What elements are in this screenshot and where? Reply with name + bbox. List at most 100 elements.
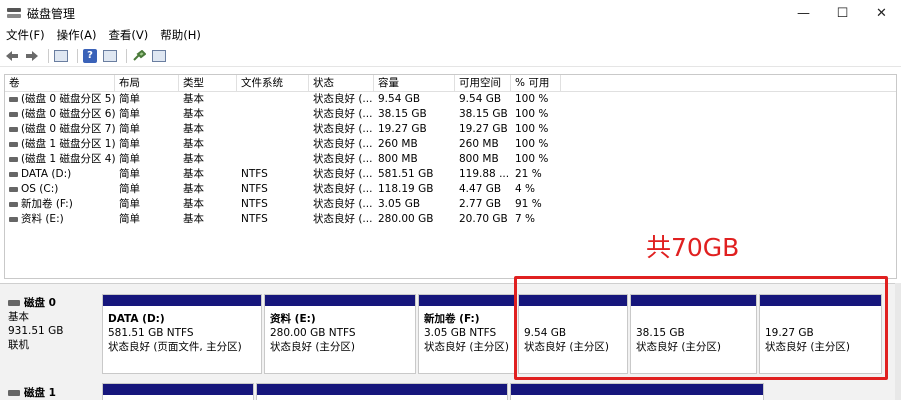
cell-percent-free-text: 100 %	[515, 93, 549, 105]
cell-status-text: 状态良好 (...	[313, 138, 373, 150]
connect-icon[interactable]	[131, 48, 147, 64]
partition-size: 19.27 GB	[765, 327, 814, 339]
partition-name: 资料 (E:)	[270, 313, 316, 325]
cell-percent-free-text: 91 %	[515, 198, 542, 210]
panel-view-icon[interactable]	[53, 48, 69, 64]
cell-capacity: 280.00 GB	[374, 212, 455, 227]
column-header-free-space[interactable]: 可用空间	[455, 75, 511, 91]
cell-free-space: 260 MB	[455, 137, 511, 152]
disk-icon	[8, 390, 20, 396]
column-header-status[interactable]: 状态	[309, 75, 374, 91]
cell-percent-free-text: 7 %	[515, 213, 535, 225]
help-icon[interactable]: ?	[82, 48, 98, 64]
cell-volume: OS (C:)	[5, 182, 115, 197]
partition-new-volume-f[interactable]: 新加卷 (F:) 3.05 GB NTFS 状态良好 (主分区)	[418, 294, 516, 374]
volume-rows: (磁盘 0 磁盘分区 5) 简单 基本 状态良好 (... 9.54 GB 9.54 GB…	[5, 92, 896, 227]
cell-layout: 简单	[115, 182, 179, 197]
table-row[interactable]: (磁盘 0 磁盘分区 7) 简单 基本 状态良好 (... 19.27 GB 19.27 …	[5, 122, 896, 137]
forward-arrow-icon[interactable]	[24, 48, 40, 64]
cell-type: 基本	[179, 182, 237, 197]
menu-view[interactable]: 查看(V)	[108, 27, 148, 43]
maximize-button[interactable]: ☐	[823, 0, 862, 26]
properties-view-icon[interactable]	[102, 48, 118, 64]
volume-list-header: 卷 布局 类型 文件系统 状态 容量 可用空间 % 可用	[5, 75, 896, 92]
column-header-capacity[interactable]: 容量	[374, 75, 455, 91]
cell-status: 状态良好 (...	[309, 167, 374, 182]
list-view-icon[interactable]	[151, 48, 167, 64]
cell-status: 状态良好 (...	[309, 122, 374, 137]
disk-1-label[interactable]: 磁盘 1	[8, 386, 98, 400]
cell-layout-text: 简单	[119, 213, 140, 225]
table-row[interactable]: (磁盘 0 磁盘分区 5) 简单 基本 状态良好 (... 9.54 GB 9.54 GB…	[5, 92, 896, 107]
table-row[interactable]: (磁盘 1 磁盘分区 4) 简单 基本 状态良好 (... 800 MB 800 MB 10…	[5, 152, 896, 167]
cell-type-text: 基本	[183, 198, 204, 210]
column-header-volume[interactable]: 卷	[5, 75, 115, 91]
partition-name: 新加卷 (F:)	[424, 313, 480, 325]
cell-filesystem: NTFS	[237, 197, 309, 212]
partition-bar	[519, 295, 627, 306]
disk-0-label[interactable]: 磁盘 0 基本 931.51 GB 联机	[8, 296, 98, 352]
partition-bar	[103, 295, 261, 306]
back-arrow-icon[interactable]	[4, 48, 20, 64]
partition-size: 581.51 GB NTFS	[108, 327, 194, 339]
menu-file[interactable]: 文件(F)	[6, 27, 45, 43]
cell-free-space-text: 9.54 GB	[459, 93, 502, 105]
cell-type: 基本	[179, 152, 237, 167]
cell-free-space: 19.27 GB	[455, 122, 511, 137]
partition-data-d[interactable]: DATA (D:) 581.51 GB NTFS 状态良好 (页面文件, 主分区…	[102, 294, 262, 374]
cell-layout-text: 简单	[119, 183, 140, 195]
cell-type: 基本	[179, 122, 237, 137]
table-row[interactable]: (磁盘 1 磁盘分区 1) 简单 基本 状态良好 (... 260 MB 260 MB 10…	[5, 137, 896, 152]
column-header-percent-free[interactable]: % 可用	[511, 75, 561, 91]
cell-status: 状态良好 (...	[309, 152, 374, 167]
table-row[interactable]: 新加卷 (F:) 简单 基本 NTFS 状态良好 (... 3.05 GB 2.77 GB 9…	[5, 197, 896, 212]
cell-capacity-text: 19.27 GB	[378, 123, 427, 135]
cell-volume-text: DATA (D:)	[21, 168, 72, 180]
menu-help[interactable]: 帮助(H)	[160, 27, 201, 43]
table-row[interactable]: (磁盘 0 磁盘分区 6) 简单 基本 状态良好 (... 38.15 GB 38.15 …	[5, 107, 896, 122]
column-header-layout[interactable]: 布局	[115, 75, 179, 91]
volume-icon	[9, 186, 18, 192]
cell-capacity-text: 581.51 GB	[378, 168, 434, 180]
partition-unlabeled-5[interactable]: 9.54 GB 状态良好 (主分区)	[518, 294, 628, 374]
partition-disk1-c[interactable]	[510, 383, 764, 400]
partition-ziliao-e[interactable]: 资料 (E:) 280.00 GB NTFS 状态良好 (主分区)	[264, 294, 416, 374]
partition-disk1-a[interactable]	[102, 383, 254, 400]
cell-capacity: 260 MB	[374, 137, 455, 152]
column-header-type[interactable]: 类型	[179, 75, 237, 91]
partition-unlabeled-7[interactable]: 19.27 GB 状态良好 (主分区)	[759, 294, 882, 374]
partition-unlabeled-6[interactable]: 38.15 GB 状态良好 (主分区)	[630, 294, 757, 374]
volume-icon	[9, 111, 18, 117]
column-header-filesystem[interactable]: 文件系统	[237, 75, 309, 91]
close-button[interactable]: ✕	[862, 0, 901, 26]
cell-type: 基本	[179, 92, 237, 107]
disk-map-scrollbar[interactable]	[895, 283, 901, 400]
cell-status: 状态良好 (...	[309, 212, 374, 227]
cell-type-text: 基本	[183, 108, 204, 120]
menu-bar: 文件(F) 操作(A) 查看(V) 帮助(H)	[0, 26, 901, 44]
cell-type: 基本	[179, 167, 237, 182]
cell-percent-free-text: 100 %	[515, 108, 549, 120]
partition-status: 状态良好 (主分区)	[636, 341, 722, 353]
table-row[interactable]: DATA (D:) 简单 基本 NTFS 状态良好 (... 581.51 GB 119.8…	[5, 167, 896, 182]
disk-0-type: 基本	[8, 311, 29, 323]
cell-status-text: 状态良好 (...	[313, 183, 373, 195]
cell-volume-text: OS (C:)	[21, 183, 59, 195]
cell-volume-text: (磁盘 0 磁盘分区 7)	[21, 123, 115, 135]
cell-layout-text: 简单	[119, 138, 140, 150]
minimize-button[interactable]: —	[784, 0, 823, 26]
cell-layout-text: 简单	[119, 198, 140, 210]
cell-type: 基本	[179, 212, 237, 227]
partition-disk1-b[interactable]	[256, 383, 508, 400]
menu-action[interactable]: 操作(A)	[57, 27, 97, 43]
cell-filesystem: NTFS	[237, 167, 309, 182]
table-row[interactable]: OS (C:) 简单 基本 NTFS 状态良好 (... 118.19 GB 4.47 GB…	[5, 182, 896, 197]
cell-capacity: 38.15 GB	[374, 107, 455, 122]
annotation-text: 共70GB	[646, 233, 740, 262]
toolbar: ?	[0, 45, 901, 67]
cell-layout: 简单	[115, 152, 179, 167]
cell-percent-free-text: 21 %	[515, 168, 542, 180]
partition-bar	[511, 384, 763, 395]
table-row[interactable]: 资料 (E:) 简单 基本 NTFS 状态良好 (... 280.00 GB 20.70 G…	[5, 212, 896, 227]
cell-capacity-text: 118.19 GB	[378, 183, 434, 195]
